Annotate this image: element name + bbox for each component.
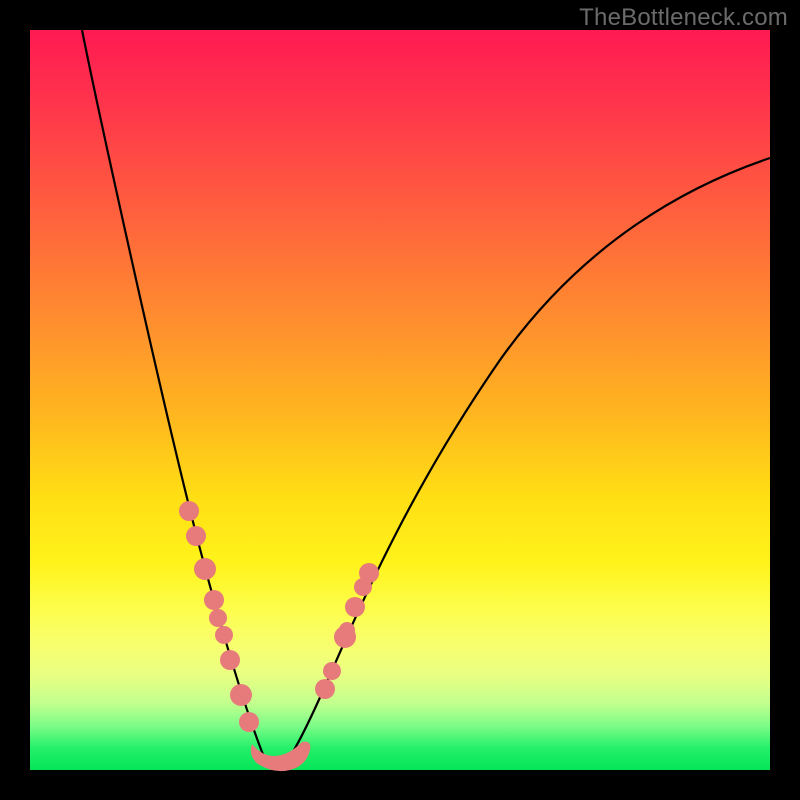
marker-dot	[230, 684, 252, 706]
marker-dot	[204, 590, 224, 610]
right-curve	[278, 158, 770, 768]
marker-dot	[186, 526, 206, 546]
chart-frame: TheBottleneck.com	[0, 0, 800, 800]
watermark-text: TheBottleneck.com	[579, 4, 788, 32]
marker-dot	[345, 597, 365, 617]
left-curve	[82, 30, 278, 768]
marker-dot	[209, 609, 227, 627]
marker-dot	[339, 622, 355, 638]
marker-dot	[194, 558, 216, 580]
marker-dot	[179, 501, 199, 521]
marker-dot	[359, 563, 379, 583]
marker-dot	[220, 650, 240, 670]
marker-dot	[323, 662, 341, 680]
marker-dot	[315, 679, 335, 699]
marker-dot	[239, 712, 259, 732]
plot-area	[30, 30, 770, 770]
marker-dot	[215, 626, 233, 644]
curves-svg	[30, 30, 770, 770]
